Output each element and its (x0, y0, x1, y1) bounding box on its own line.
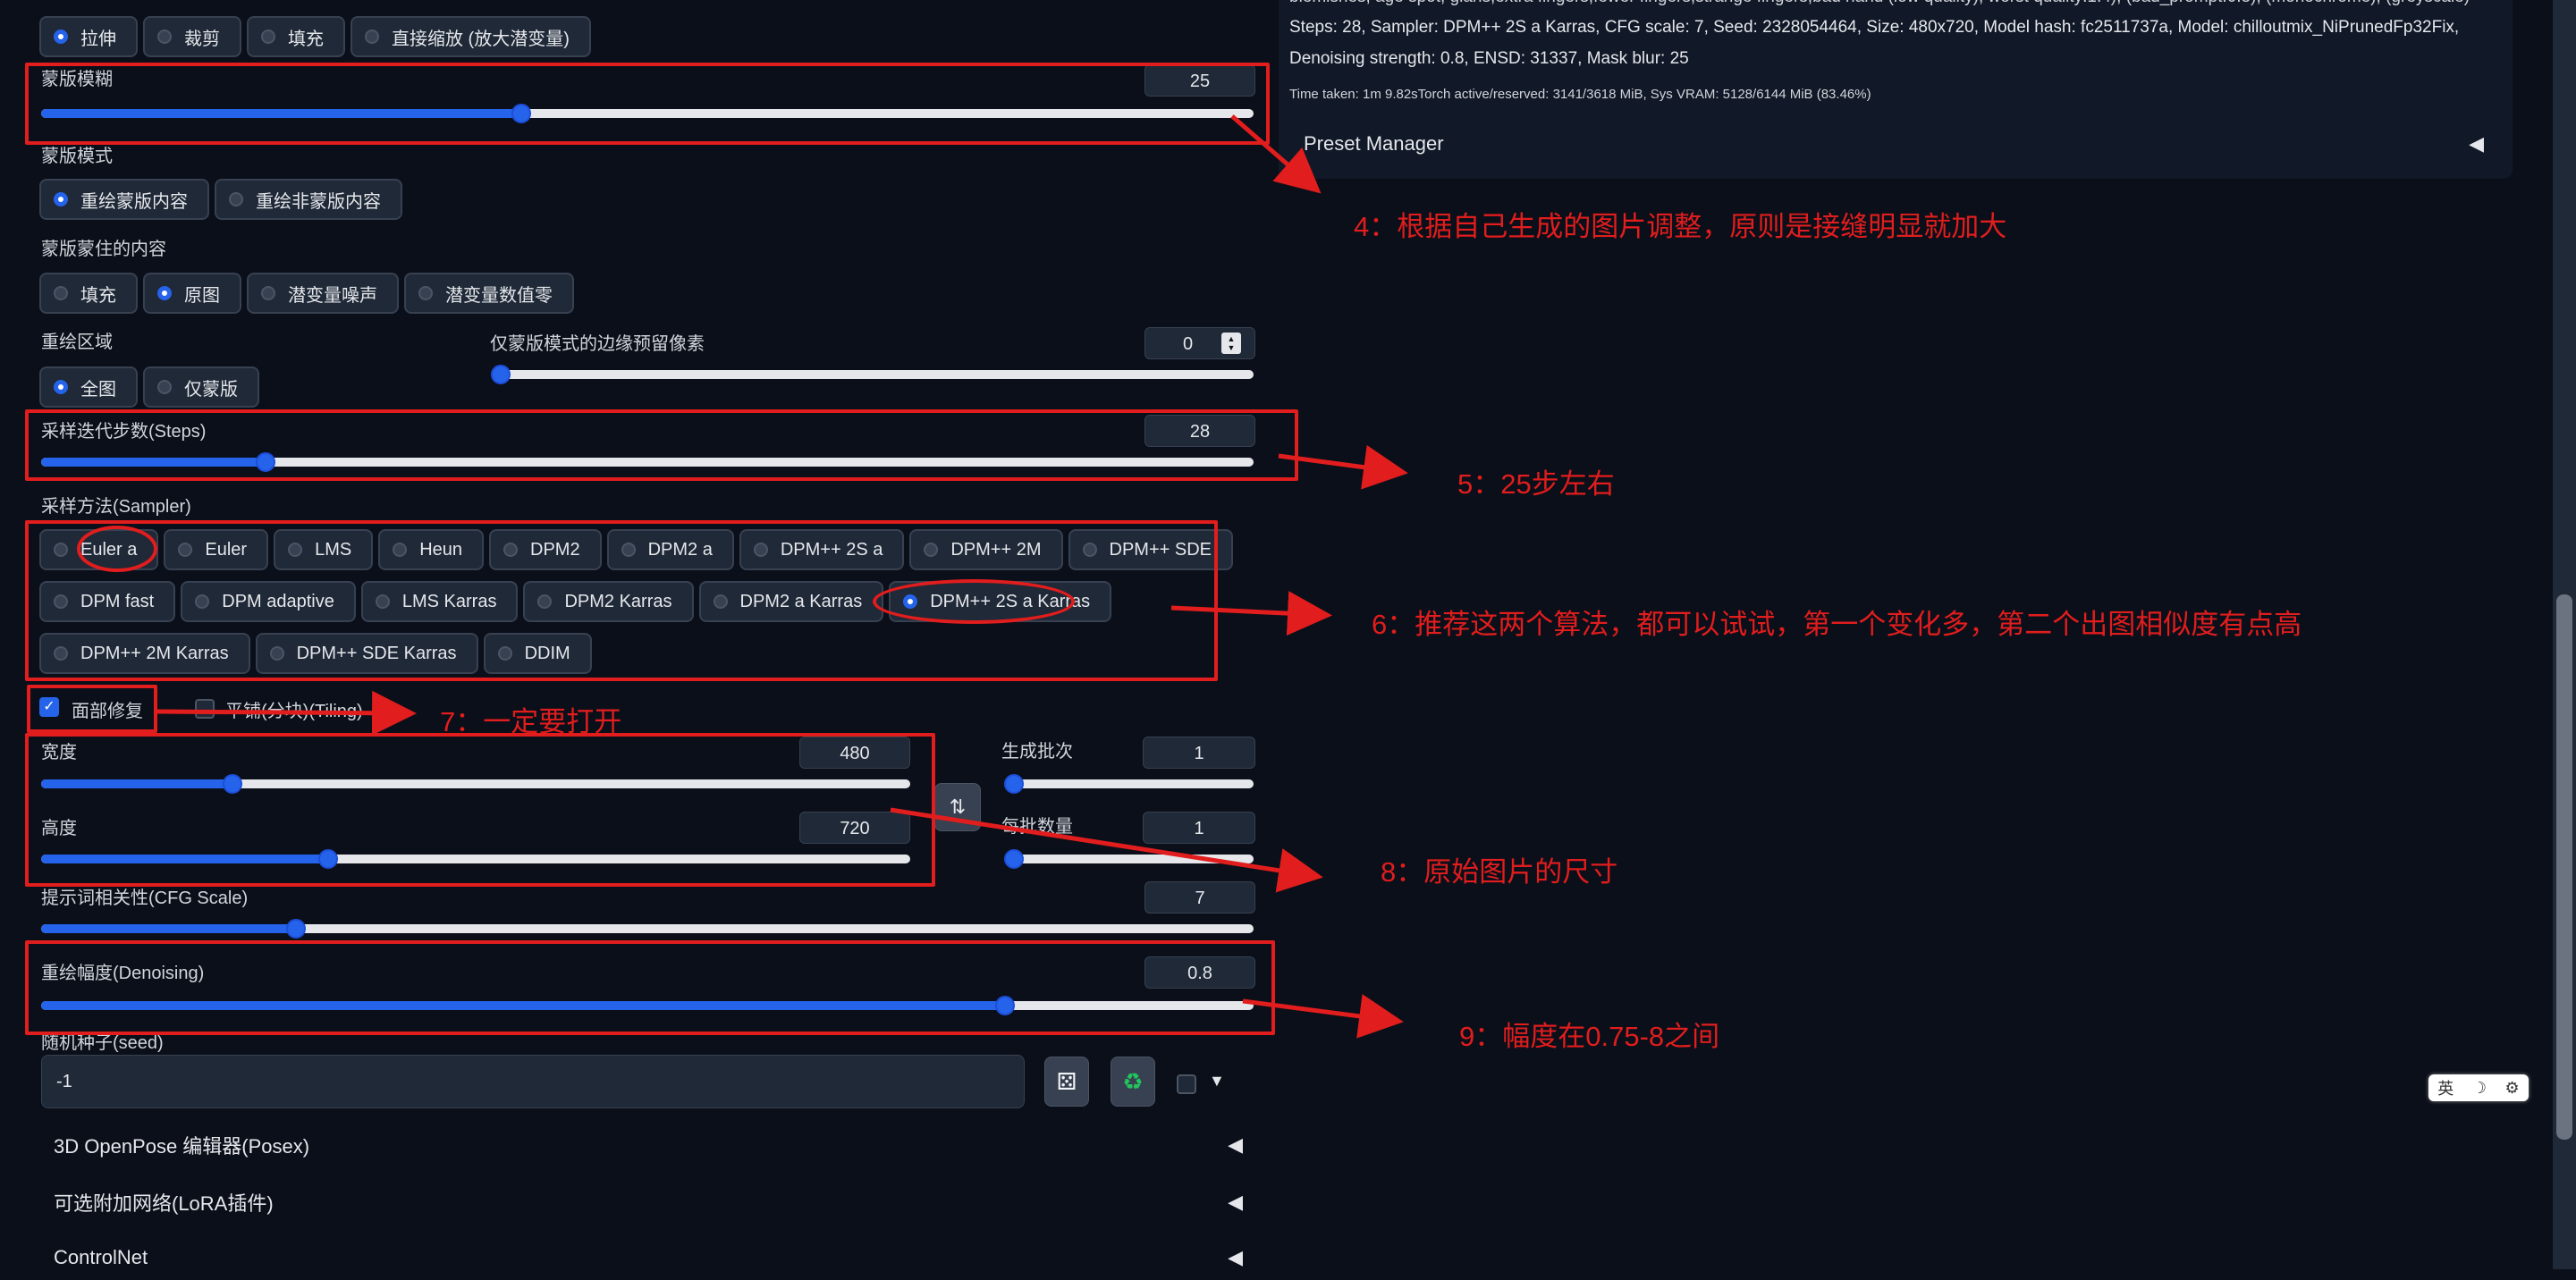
arrow-9 (1242, 994, 1404, 1039)
annotation-5: 5：25步左右 (1457, 468, 1615, 500)
annotation-8: 8：原始图片的尺寸 (1381, 856, 1618, 888)
annotation-9: 9：幅度在0.75-8之间 (1459, 1021, 1720, 1052)
annotation-6: 6：推荐这两个算法，都可以试试，第一个变化多，第二个出图相似度有点高 (1372, 609, 2302, 640)
arrow-6 (1170, 591, 1332, 636)
arrow-8 (890, 807, 1323, 893)
arrow-5 (1278, 444, 1408, 490)
arrow-4 (1230, 114, 1322, 194)
annotation-4: 4：根据自己生成的图片调整，原则是接缝明显就加大 (1354, 211, 2007, 242)
annotation-7: 7：一定要打开 (440, 706, 622, 737)
arrow-7 (156, 690, 417, 736)
